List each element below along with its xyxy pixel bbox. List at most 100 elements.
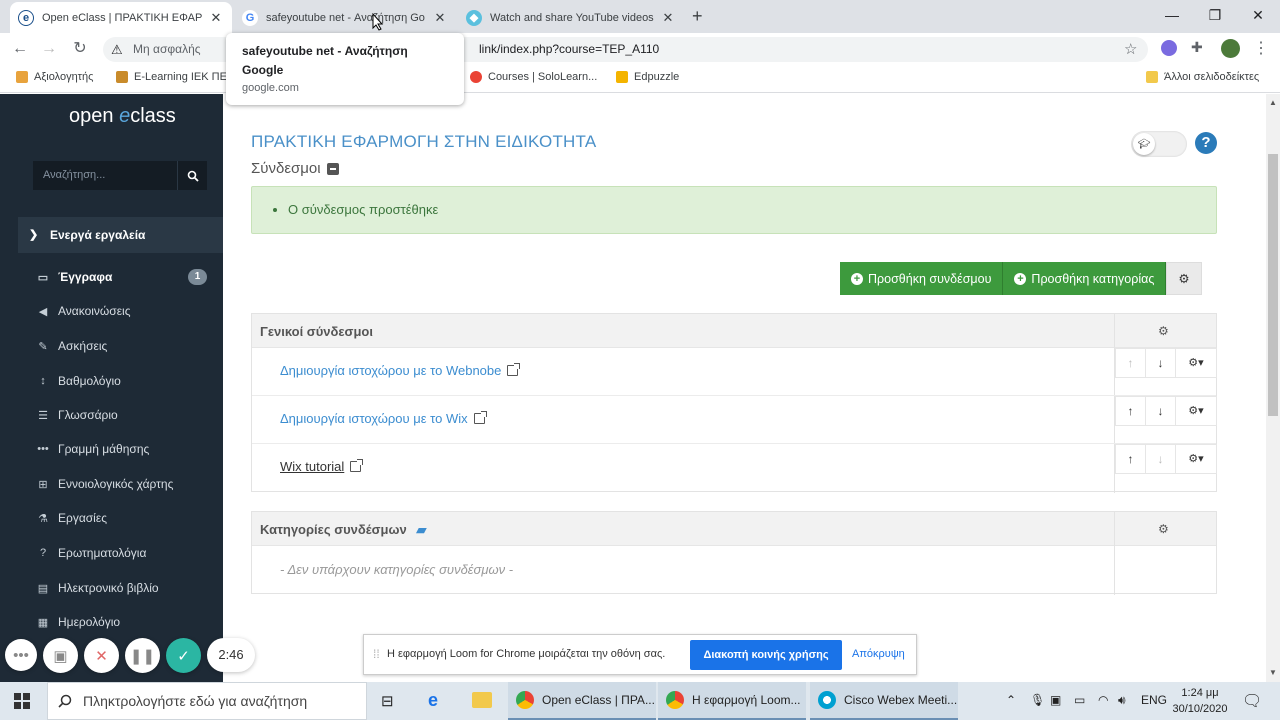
drag-handle-icon[interactable]: ⁞⁞ [373, 647, 380, 661]
settings-button[interactable]: ⚙ [1166, 262, 1202, 295]
gear-dropdown-icon[interactable]: ⚙▾ [1176, 349, 1216, 377]
pause-recording-icon[interactable]: ❚❚ [125, 638, 160, 673]
security-label[interactable]: Μη ασφαλής [133, 37, 201, 62]
extension-icon[interactable] [1161, 40, 1177, 56]
edit-icon: ✎ [38, 340, 48, 353]
sidebar-item-announcements[interactable]: ◀ Ανακοινώσεις [36, 301, 216, 321]
scrollbar-thumb[interactable] [1268, 154, 1278, 416]
link-row: Δημιουργία ιστοχώρου με το Wix ↑ ↓ ⚙▾ [252, 396, 1217, 444]
reload-icon[interactable]: ↻ [69, 38, 91, 60]
sidebar-item-gradebook[interactable]: ↕ Βαθμολόγιο [36, 371, 216, 391]
button-label: Προσθήκη συνδέσμου [868, 271, 992, 286]
move-down-icon[interactable]: ↓ [1146, 397, 1176, 425]
file-explorer-icon[interactable] [472, 692, 492, 708]
sidebar-search-input[interactable]: Αναζήτηση... [43, 169, 105, 181]
forward-icon[interactable]: → [38, 38, 60, 60]
add-link-button[interactable]: + Προσθήκη συνδέσμου [840, 262, 1004, 295]
link-item[interactable]: Δημιουργία ιστοχώρου με το Wix [280, 411, 487, 426]
active-tools-header[interactable]: ❯ Ενεργά εργαλεία [18, 217, 223, 253]
more-options-icon[interactable]: ••• [5, 639, 37, 671]
close-tab-icon[interactable]: ✕ [208, 10, 224, 26]
sidebar-item-assignments[interactable]: ⚗ Εργασίες [36, 508, 216, 528]
sidebar-item-glossary[interactable]: ☰ Γλωσσάριο [36, 405, 216, 425]
link-label[interactable]: Δημιουργία ιστοχώρου με το Webnobe [280, 363, 501, 378]
camera-toggle-icon[interactable]: ▣ [43, 638, 78, 673]
sidebar-item-questionnaires[interactable]: ? Ερωτηματολόγια [36, 543, 216, 563]
move-up-icon[interactable]: ↑ [1116, 445, 1146, 473]
taskbar-app-webex[interactable]: Cisco Webex Meeti... [810, 682, 958, 720]
scroll-down-arrow-icon[interactable]: ▼ [1269, 668, 1277, 677]
move-up-icon[interactable]: ↑ [1116, 349, 1146, 377]
eclass-logo[interactable]: open eclass [69, 105, 176, 128]
add-category-button[interactable]: + Προσθήκη κατηγορίας [1003, 262, 1167, 295]
sidebar-search[interactable]: Αναζήτηση... [33, 161, 207, 190]
volume-icon[interactable]: 🔊︎ [1118, 693, 1126, 708]
gears-icon[interactable]: ⚙ [1158, 324, 1169, 338]
scroll-up-arrow-icon[interactable]: ▲ [1269, 98, 1277, 107]
new-tab-button[interactable]: + [692, 6, 703, 27]
move-down-icon[interactable]: ↓ [1146, 349, 1176, 377]
extensions-puzzle-icon[interactable]: ✚ [1191, 39, 1203, 56]
link-item[interactable]: Wix tutorial [280, 459, 364, 474]
close-window-icon[interactable]: ✕ [1238, 4, 1278, 26]
input-language[interactable]: ENG [1141, 693, 1167, 707]
task-view-icon[interactable]: ⊟ [381, 692, 394, 710]
help-button[interactable]: ? [1195, 132, 1217, 154]
bookmark-item[interactable]: E-Learning ΙΕΚ ΠΕ [116, 71, 227, 83]
link-label[interactable]: Δημιουργία ιστοχώρου με το Wix [280, 411, 468, 426]
move-down-icon[interactable]: ↓ [1146, 445, 1176, 473]
minus-square-icon[interactable] [326, 162, 339, 175]
row-controls: ↑ ↓ ⚙▾ [1115, 444, 1217, 474]
taskbar-search-input[interactable]: Πληκτρολογήστε εδώ για αναζήτηση [47, 682, 367, 720]
windows-start-icon[interactable] [14, 693, 30, 709]
minimize-icon[interactable]: — [1152, 4, 1192, 26]
taskbar-app-chrome-loom[interactable]: Η εφαρμογή Loom... [658, 682, 806, 720]
sidebar-item-calendar[interactable]: ▦ Ημερολόγιο [36, 612, 216, 632]
loom-message: Η εφαρμογή Loom for Chrome μοιράζεται τη… [387, 648, 666, 660]
link-item[interactable]: Δημιουργία ιστοχώρου με το Webnobe [280, 363, 521, 378]
gears-icon[interactable]: ⚙ [1158, 522, 1169, 536]
bookmark-star-icon[interactable]: ☆ [1124, 37, 1137, 62]
edge-browser-icon[interactable]: e [428, 690, 438, 711]
tab-safeyoutube[interactable]: ◆ Watch and share YouTube videos ✕ [458, 2, 684, 33]
gear-dropdown-icon[interactable]: ⚙▾ [1176, 445, 1216, 473]
stop-sharing-button[interactable]: Διακοπή κοινής χρήσης [690, 640, 842, 670]
page-scrollbar[interactable]: ▲ ▼ [1266, 94, 1280, 682]
microphone-icon[interactable]: 🎙︎ [1030, 693, 1045, 707]
menu-kebab-icon[interactable]: ⋮ [1253, 38, 1269, 58]
tab-google-search[interactable]: G safeyoutube net - Αναζήτηση Go ✕ [234, 2, 456, 33]
taskbar-app-chrome-eclass[interactable]: Open eClass | ΠΡΑ... [508, 682, 656, 720]
sidebar-item-ebook[interactable]: ▤ Ηλεκτρονικό βιβλίο [36, 578, 216, 598]
system-clock[interactable]: 1:24 μμ 30/10/2020 [1168, 685, 1232, 717]
close-tab-icon[interactable]: ✕ [660, 10, 676, 26]
maximize-icon[interactable]: ❐ [1195, 4, 1235, 26]
wifi-icon[interactable]: ◠ [1098, 693, 1108, 707]
link-label[interactable]: Wix tutorial [280, 459, 344, 474]
sidebar-item-learning-path[interactable]: ••• Γραμμή μάθησης [36, 439, 216, 459]
battery-icon[interactable]: ▭ [1074, 693, 1085, 707]
other-bookmarks[interactable]: Άλλοι σελιδοδείκτες [1146, 71, 1259, 83]
search-button[interactable] [177, 161, 207, 190]
bookmark-item[interactable]: Αξιολογητής [16, 71, 93, 83]
url-text[interactable]: link/index.php?course=TEP_A110 [479, 37, 659, 62]
student-view-toggle[interactable]: 🎓︎ [1131, 131, 1187, 157]
profile-avatar[interactable] [1221, 39, 1240, 58]
tray-expand-icon[interactable]: ⌃ [1006, 693, 1016, 707]
sidebar-item-documents[interactable]: ▭ Έγγραφα 1 [36, 267, 216, 287]
sidebar-item-exercises[interactable]: ✎ Ασκήσεις [36, 336, 216, 356]
bookmark-item[interactable]: Courses | SoloLearn... [470, 71, 597, 83]
close-tab-icon[interactable]: ✕ [432, 10, 448, 26]
move-up-icon[interactable]: ↑ [1116, 397, 1146, 425]
hide-button[interactable]: Απόκρυψη [852, 648, 905, 660]
webex-tray-icon[interactable]: ▣ [1050, 693, 1061, 707]
cancel-recording-icon[interactable]: ✕ [84, 638, 119, 673]
course-title[interactable]: ΠΡΑΚΤΙΚΗ ΕΦΑΡΜΟΓΗ ΣΤΗΝ ΕΙΔΙΚΟΤΗΤΑ [251, 132, 596, 152]
gear-dropdown-icon[interactable]: ⚙▾ [1176, 397, 1216, 425]
notifications-icon[interactable]: 🗨︎ [1242, 691, 1262, 711]
finish-recording-icon[interactable]: ✓ [166, 638, 201, 673]
bookmark-item[interactable]: Edpuzzle [616, 71, 679, 83]
sidebar-item-concept-map[interactable]: ⊞ Εννοιολογικός χάρτης [36, 474, 216, 494]
tab-eclass[interactable]: e Open eClass | ΠΡΑΚΤΙΚΗ ΕΦΑΡΜ ✕ [10, 2, 232, 33]
warning-icon[interactable]: ⚠ [111, 37, 123, 62]
back-icon[interactable]: ← [9, 38, 31, 60]
